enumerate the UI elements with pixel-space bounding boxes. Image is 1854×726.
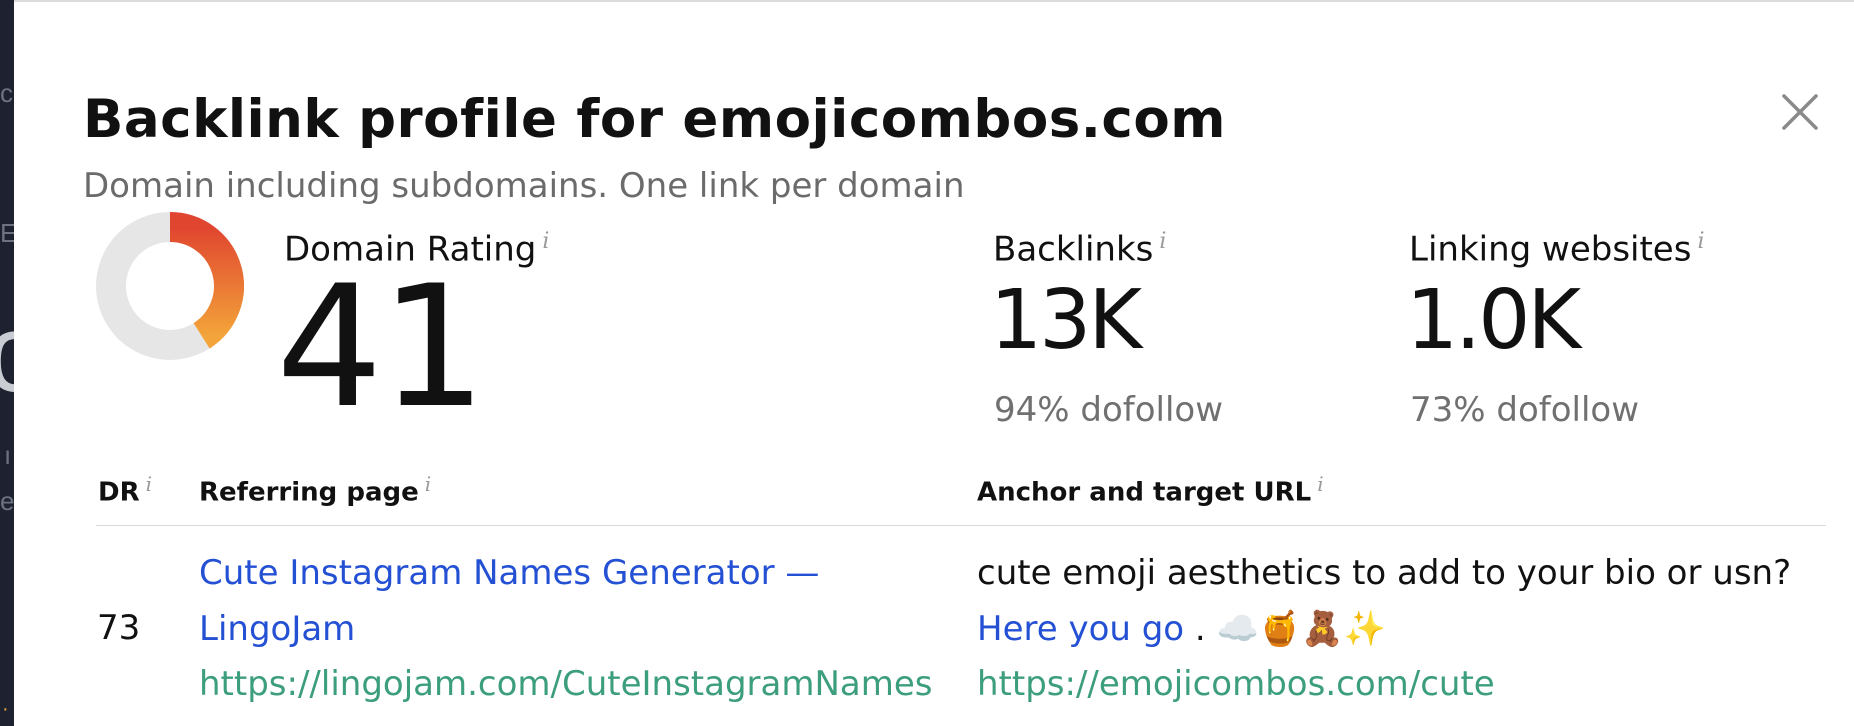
info-icon[interactable]: i	[146, 472, 152, 496]
info-icon[interactable]: i	[1317, 472, 1323, 496]
column-header-dr[interactable]: DR i	[98, 468, 152, 509]
target-url-link[interactable]: https://emojicombos.com/cute	[977, 656, 1495, 712]
anchor-prefix: cute emoji aesthetics to add to your bio…	[977, 553, 1792, 593]
backlinks-value: 13K	[990, 273, 1142, 368]
anchor-suffix: . ☁️🍯🧸✨	[1184, 609, 1386, 649]
background-text-fragment: c	[0, 78, 13, 108]
linking-websites-value: 1.0K	[1406, 273, 1581, 368]
linking-websites-dofollow: 73% dofollow	[1410, 390, 1640, 430]
info-icon[interactable]: i	[542, 229, 549, 254]
info-icon[interactable]: i	[425, 472, 431, 496]
info-icon[interactable]: i	[1697, 229, 1704, 254]
anchor-link[interactable]: Here you go	[977, 609, 1184, 649]
referring-page-url-link[interactable]: https://lingojam.com/CuteInstagramNames	[199, 656, 933, 712]
column-header-referring-page[interactable]: Referring page i	[199, 468, 431, 509]
close-icon[interactable]	[1778, 90, 1822, 134]
referring-page-title-link[interactable]: Cute Instagram Names Generator — LingoJa…	[199, 545, 939, 657]
modal-title: Backlink profile for emojicombos.com	[83, 89, 1226, 150]
linking-websites-label: Linking websites i	[1409, 229, 1705, 270]
background-text-fragment: ı	[4, 440, 12, 470]
gauge-fill	[169, 212, 244, 349]
background-text-fragment: e	[0, 486, 15, 516]
domain-rating-gauge	[96, 212, 244, 360]
modal-subtitle: Domain including subdomains. One link pe…	[83, 166, 965, 206]
column-header-anchor[interactable]: Anchor and target URL i	[977, 468, 1324, 509]
background-text-fragment: ·	[2, 698, 9, 720]
background-sidebar: c E c ı e ·	[0, 0, 41, 726]
table-header-divider	[96, 525, 1826, 526]
domain-rating-value: 41	[276, 249, 487, 445]
info-icon[interactable]: i	[1159, 229, 1166, 254]
anchor-text: cute emoji aesthetics to add to your bio…	[977, 545, 1837, 657]
backlinks-label: Backlinks i	[993, 229, 1167, 270]
dr-value: 73	[97, 608, 141, 648]
backlinks-dofollow: 94% dofollow	[994, 390, 1224, 430]
